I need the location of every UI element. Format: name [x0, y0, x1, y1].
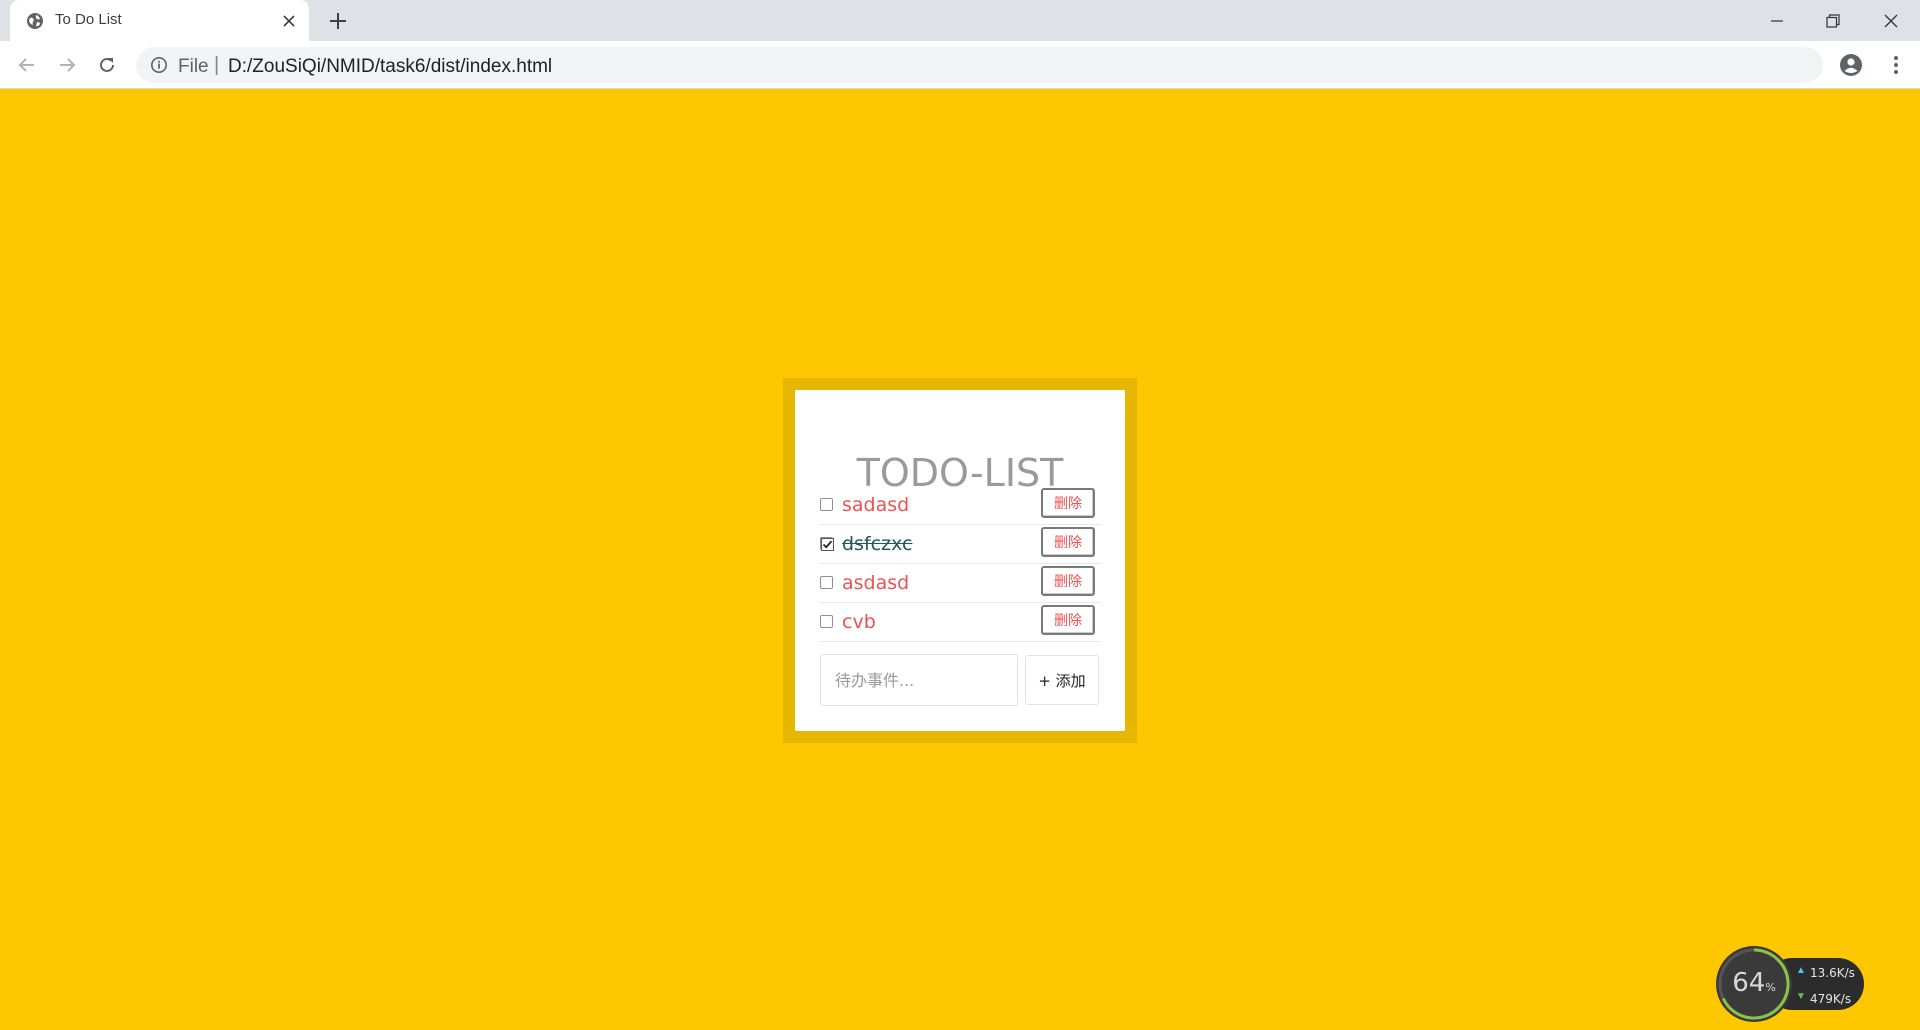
todo-item: sadasd 删除: [820, 486, 1101, 525]
todo-item: cvb 删除: [820, 603, 1101, 642]
todo-item-text: sadasd: [842, 494, 910, 516]
todo-card: TODO-LIST sadasd 删除 dsfczxc 删除 asdasd 删除…: [795, 390, 1125, 731]
todo-checkbox[interactable]: [820, 615, 833, 628]
delete-button[interactable]: 删除: [1041, 566, 1095, 596]
url-separator: |: [214, 54, 220, 76]
network-speed-widget[interactable]: 64% ▲ 13.6K/s ▼ 479K/s: [1716, 946, 1866, 1022]
delete-button[interactable]: 删除: [1041, 605, 1095, 635]
browser-tab-active[interactable]: To Do List: [10, 0, 309, 41]
todo-item: dsfczxc 删除: [820, 525, 1101, 564]
address-bar[interactable]: File | D:/ZouSiQi/NMID/task6/dist/index.…: [136, 47, 1823, 83]
usage-gauge: 64%: [1716, 946, 1792, 1022]
close-window-icon[interactable]: [1863, 0, 1919, 41]
add-todo-button[interactable]: + 添加: [1025, 655, 1099, 705]
todo-list: sadasd 删除 dsfczxc 删除 asdasd 删除 cvb 删除: [820, 486, 1101, 642]
todo-checkbox[interactable]: [820, 498, 833, 511]
usage-percent-unit: %: [1765, 981, 1776, 994]
browser-tab-strip: To Do List: [0, 0, 1920, 41]
minimize-window-icon[interactable]: [1749, 0, 1805, 41]
restore-window-icon[interactable]: [1805, 0, 1861, 41]
profile-avatar-icon[interactable]: [1839, 53, 1863, 77]
reload-icon[interactable]: [93, 51, 121, 79]
upload-arrow-icon: ▲: [1796, 965, 1806, 976]
todo-checkbox[interactable]: [820, 576, 833, 589]
new-tab-plus-icon[interactable]: [326, 9, 350, 33]
browser-toolbar: File | D:/ZouSiQi/NMID/task6/dist/index.…: [0, 41, 1920, 89]
checkmark-icon: [821, 538, 834, 551]
todo-item-text: cvb: [842, 611, 876, 633]
download-rate: 479K/s: [1810, 992, 1852, 1006]
delete-button[interactable]: 删除: [1041, 488, 1095, 518]
usage-percent: 64%: [1716, 968, 1792, 998]
usage-percent-value: 64: [1732, 968, 1766, 998]
new-todo-input[interactable]: [820, 654, 1018, 706]
add-todo-row: + 添加: [820, 654, 1124, 706]
back-arrow-icon[interactable]: [13, 51, 41, 79]
upload-rate: 13.6K/s: [1810, 966, 1855, 980]
download-arrow-icon: ▼: [1796, 991, 1806, 1002]
delete-button[interactable]: 删除: [1041, 527, 1095, 557]
globe-icon: [26, 12, 44, 30]
info-icon[interactable]: [150, 56, 168, 74]
forward-arrow-icon[interactable]: [53, 51, 81, 79]
todo-checkbox-checked[interactable]: [820, 537, 834, 551]
todo-item: asdasd 删除: [820, 564, 1101, 603]
todo-card-frame: TODO-LIST sadasd 删除 dsfczxc 删除 asdasd 删除…: [783, 378, 1137, 743]
close-tab-icon[interactable]: [280, 12, 298, 30]
more-menu-icon[interactable]: [1884, 53, 1908, 77]
url-scheme-label: File: [178, 56, 209, 77]
todo-item-text-done: dsfczxc: [842, 533, 913, 555]
url-text[interactable]: D:/ZouSiQi/NMID/task6/dist/index.html: [228, 56, 552, 78]
todo-item-text: asdasd: [842, 572, 910, 594]
tab-title: To Do List: [55, 11, 122, 28]
